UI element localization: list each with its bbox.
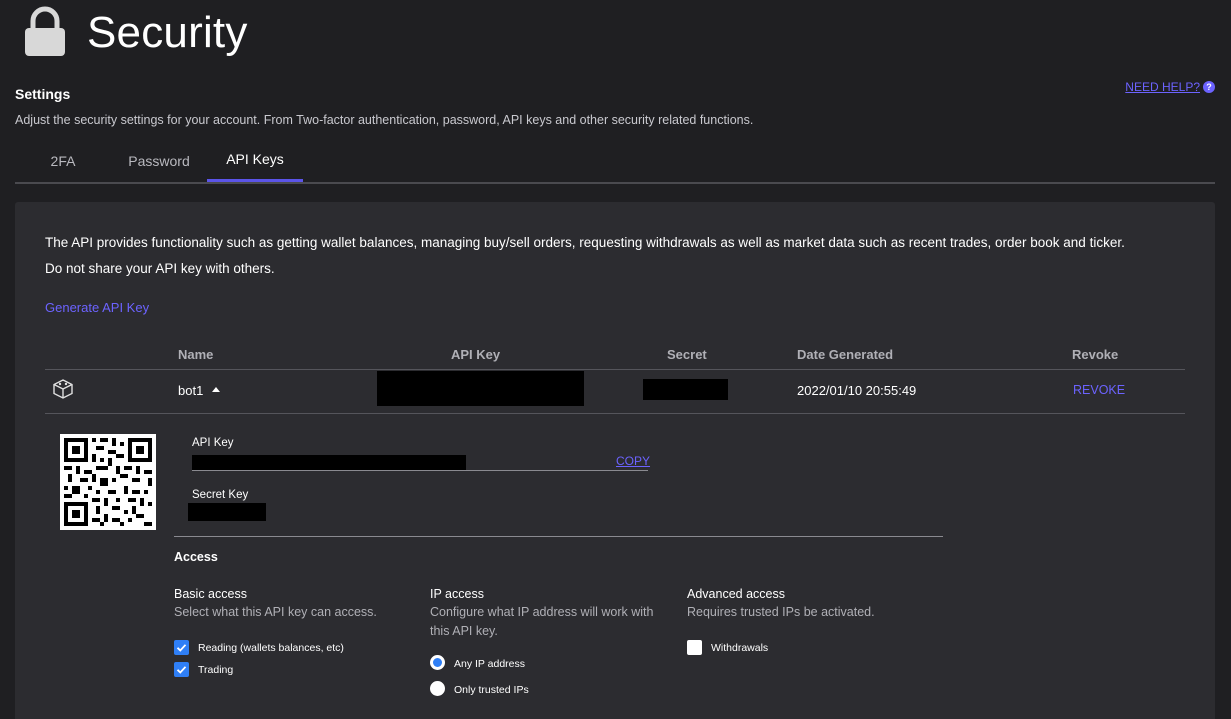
trading-checkbox[interactable] [174,662,189,677]
check-icon [176,666,187,674]
ip-access-desc-line1: Configure what IP address will work with [430,605,654,619]
api-key-label: API Key [192,437,234,449]
tab-api-keys[interactable]: API Keys [207,140,303,182]
api-key-value-redacted [377,371,584,406]
settings-tabs: 2FA Password API Keys [15,140,1215,184]
copy-button[interactable]: COPY [616,454,650,468]
secret-key-label: Secret Key [192,489,249,501]
access-heading: Access [174,550,218,564]
secret-key-field-redacted [188,503,266,521]
api-warning-text: Do not share your API key with others. [45,261,275,276]
table-header-divider [45,369,1185,370]
trusted-ips-radio[interactable] [430,681,445,696]
advanced-access-desc: Requires trusted IPs be activated. [687,605,875,619]
lock-icon [22,6,68,56]
withdrawals-label: Withdrawals [711,642,769,654]
trusted-ips-label: Only trusted IPs [454,684,529,696]
api-key-field-redacted[interactable] [192,455,466,471]
any-ip-radio[interactable] [430,655,445,670]
withdrawals-checkbox[interactable] [687,640,702,655]
settings-heading: Settings [15,86,71,102]
need-help-link[interactable]: NEED HELP? [1125,80,1200,94]
column-header-secret: Secret [667,347,707,362]
tab-password[interactable]: Password [119,140,199,182]
basic-access-desc: Select what this API key can access. [174,605,377,619]
column-header-date-generated: Date Generated [797,347,894,362]
check-icon [176,644,187,652]
date-generated-value: 2022/01/10 20:55:49 [797,383,917,398]
api-intro-text: The API provides functionality such as g… [45,235,1125,250]
ip-access-title: IP access [430,587,484,601]
detail-separator [174,536,943,537]
reading-checkbox[interactable] [174,640,189,655]
qr-code [60,434,156,530]
tab-2fa[interactable]: 2FA [37,140,89,182]
cube-icon [52,378,74,400]
secret-value-redacted [643,379,728,400]
api-key-field-underline [192,470,648,471]
any-ip-label: Any IP address [454,658,526,670]
api-key-name[interactable]: bot1 [178,383,203,398]
table-row-divider [45,413,1185,414]
column-header-api-key: API Key [451,347,501,362]
trading-label: Trading [198,664,234,676]
settings-description: Adjust the security settings for your ac… [15,113,754,127]
page-title: Security [87,8,248,57]
basic-access-title: Basic access [174,587,247,601]
ip-access-desc-line2: this API key. [430,624,498,638]
help-icon[interactable]: ? [1203,81,1215,93]
column-header-revoke: Revoke [1072,347,1119,362]
reading-label: Reading (wallets balances, etc) [198,642,344,654]
caret-up-icon[interactable] [212,387,220,392]
generate-api-key-link[interactable]: Generate API Key [45,300,149,315]
advanced-access-title: Advanced access [687,587,785,601]
revoke-button[interactable]: REVOKE [1073,383,1125,397]
column-header-name: Name [178,347,214,362]
